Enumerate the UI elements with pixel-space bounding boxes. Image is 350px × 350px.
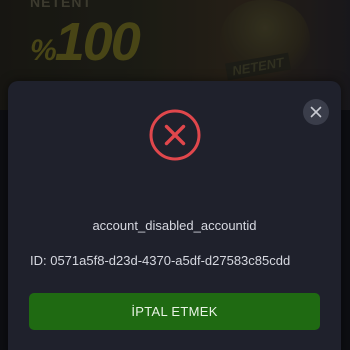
close-button[interactable] — [303, 99, 329, 125]
account-id-text: ID: 0571a5f8-d23d-4370-a5df-d27583c85cdd — [30, 253, 291, 268]
error-x-icon — [149, 109, 201, 161]
close-icon — [310, 106, 322, 118]
error-message: account_disabled_accountid — [92, 218, 257, 233]
cancel-button[interactable]: İPTAL ETMEK — [29, 293, 320, 330]
error-dialog: account_disabled_accountid ID: 0571a5f8-… — [8, 81, 341, 350]
screen: NETENT %100 NETENT account_disabled_acco… — [0, 0, 350, 350]
